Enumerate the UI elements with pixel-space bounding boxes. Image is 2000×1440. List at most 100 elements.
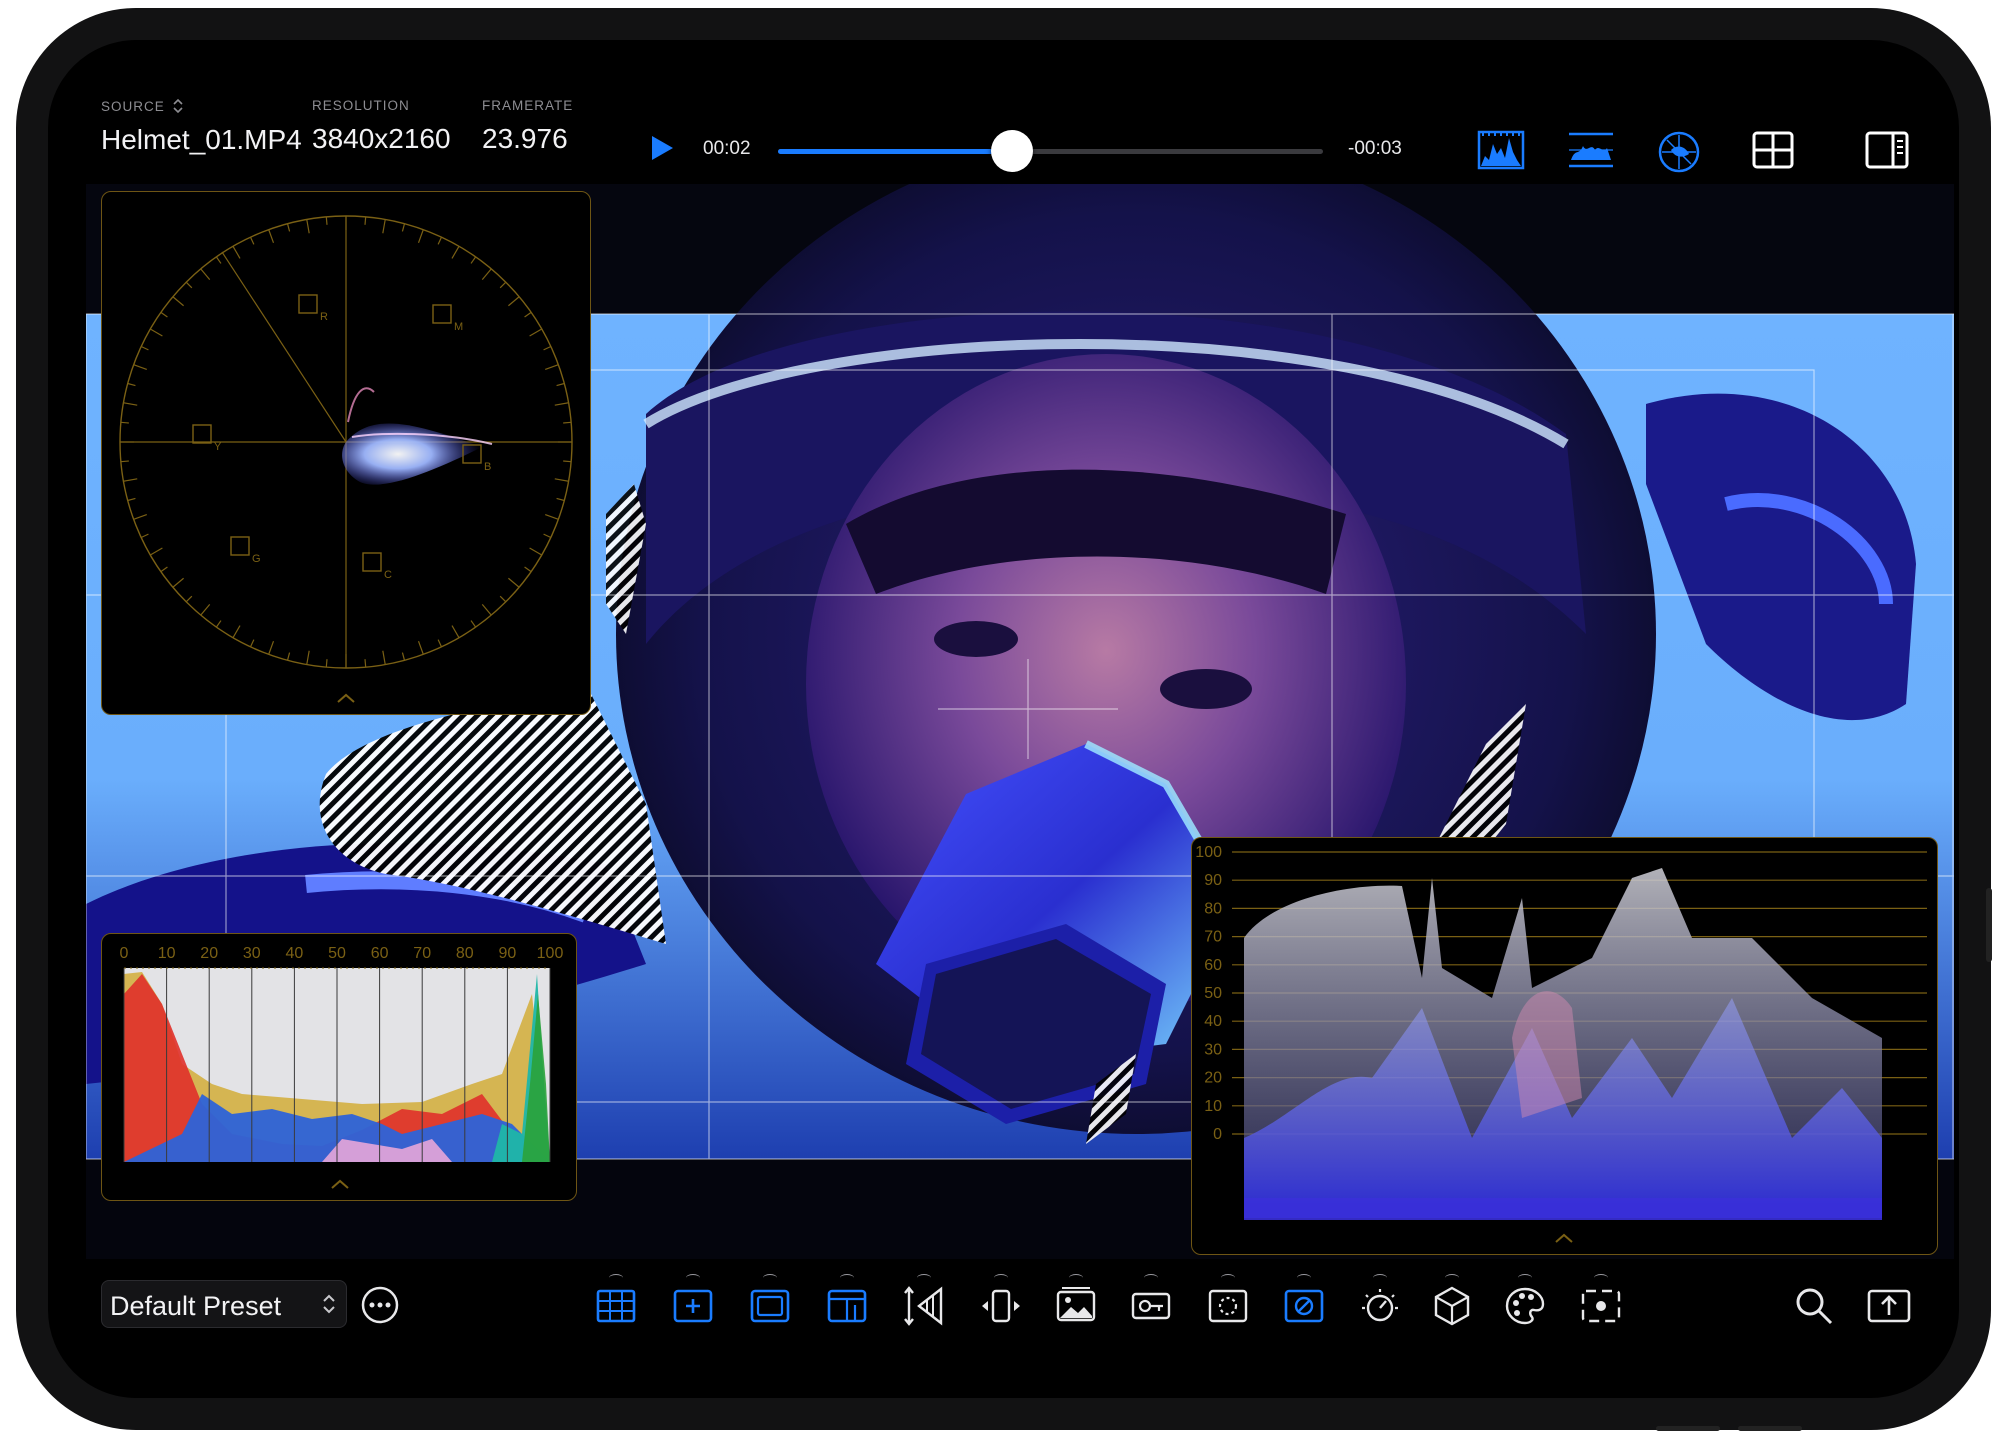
search-icon[interactable] (1793, 1285, 1835, 1327)
waveform-tick-label: 30 (1204, 1041, 1222, 1058)
vectorscope-panel[interactable]: R M B C G Y (101, 191, 591, 715)
updown-chevron-icon (323, 1294, 335, 1314)
histogram-tick-label: 10 (158, 945, 176, 962)
source-value: Helmet_01.MP4 (101, 124, 302, 155)
volume-button (1986, 888, 1992, 962)
focus-peaking-icon (1581, 1289, 1621, 1323)
color-palette-button[interactable] (1502, 1274, 1548, 1329)
focus-peaking-button[interactable] (1578, 1274, 1624, 1329)
vectorscope-target-box (192, 424, 212, 444)
grid-overlay-button[interactable] (593, 1274, 639, 1329)
lut-cube-icon (1434, 1286, 1470, 1326)
elapsed-time: 00:02 (703, 138, 751, 159)
histogram-tick-label: 100 (537, 945, 564, 962)
waveform-tick-label: 50 (1204, 985, 1222, 1002)
vectorscope-target-label: R (320, 311, 328, 323)
histogram-tick-label: 70 (413, 945, 431, 962)
zebra-icon (1208, 1289, 1248, 1323)
vectorscope-target-box (298, 294, 318, 314)
vectorscope-collapse-icon[interactable] (336, 692, 356, 704)
vectorscope-target-label: C (384, 569, 392, 581)
app-screen: SOURCE Helmet_01.MP4 RESOLUTION 3840x216… (48, 40, 1959, 1398)
top-button (1656, 1426, 1720, 1431)
anamorphic-button[interactable] (901, 1274, 947, 1329)
histogram-tick-label: 0 (120, 945, 129, 962)
exposure-button[interactable] (1357, 1274, 1403, 1329)
waveform-scope-icon[interactable] (1567, 130, 1615, 170)
histogram-tick-label: 90 (499, 945, 517, 962)
histogram-panel[interactable]: 0 10 20 30 40 50 60 70 80 90 100 (101, 933, 577, 1201)
timeline-scrubber[interactable] (778, 130, 1323, 172)
framerate-label: FRAMERATE (482, 98, 574, 113)
export-icon[interactable] (1866, 1285, 1912, 1327)
framerate-value: 23.976 (482, 123, 568, 154)
waveform-collapse-icon[interactable] (1554, 1232, 1574, 1244)
false-color-icon (1131, 1292, 1171, 1320)
waveform-tick-label: 90 (1204, 872, 1222, 889)
waveform-tick-label: 80 (1204, 900, 1222, 917)
frame-guide-button[interactable] (824, 1274, 870, 1329)
lut-cube-button[interactable] (1429, 1274, 1475, 1329)
histogram-tick-label: 80 (456, 945, 474, 962)
mask-button[interactable] (1281, 1274, 1327, 1329)
vectorscope-target-box (362, 552, 382, 572)
timeline-progress (778, 149, 1013, 154)
grid-layout-icon[interactable] (1751, 130, 1795, 170)
vectorscope-target-label: Y (214, 441, 222, 453)
waveform-tick-label: 20 (1204, 1070, 1222, 1087)
image-overlay-icon (1056, 1287, 1096, 1322)
remaining-time: -00:03 (1348, 138, 1402, 159)
safe-area-icon (750, 1289, 790, 1323)
vectorscope-target-label: G (252, 553, 261, 565)
frame-guide-icon (827, 1289, 867, 1323)
histogram-tick-label: 40 (286, 945, 304, 962)
flip-icon (982, 1289, 1020, 1323)
vectorscope-target-label: M (454, 321, 463, 333)
resolution-value: 3840x2160 (312, 123, 451, 154)
safe-area-button[interactable] (747, 1274, 793, 1329)
histogram-tick-label: 60 (371, 945, 389, 962)
framerate-info: FRAMERATE 23.976 (482, 98, 573, 155)
image-overlay-button[interactable] (1053, 1274, 1099, 1329)
histogram-tick-label: 30 (243, 945, 261, 962)
waveform-tick-label: 10 (1204, 1098, 1222, 1115)
vectorscope-target-label: B (484, 461, 491, 473)
resolution-info: RESOLUTION 3840x2160 (312, 98, 451, 155)
histogram-tick-label: 20 (200, 945, 218, 962)
top-button-2 (1738, 1426, 1802, 1431)
exposure-icon (1362, 1289, 1398, 1322)
play-icon[interactable] (648, 133, 676, 163)
waveform-tick-label: 0 (1213, 1126, 1222, 1143)
tablet-frame: SOURCE Helmet_01.MP4 RESOLUTION 3840x216… (16, 8, 1992, 1431)
more-options-icon[interactable] (360, 1285, 400, 1325)
grid-overlay-icon (596, 1289, 636, 1323)
preset-selector[interactable]: Default Preset (101, 1280, 347, 1328)
source-info[interactable]: SOURCE Helmet_01.MP4 (101, 98, 302, 156)
histogram-graph: 0 10 20 30 40 50 60 70 80 90 100 (120, 945, 564, 1162)
waveform-panel[interactable]: 100 90 80 70 60 50 40 30 20 10 0 (1191, 837, 1938, 1255)
flip-button[interactable] (978, 1274, 1024, 1329)
histogram-scope-icon[interactable] (1477, 130, 1525, 170)
updown-chevron-icon (173, 98, 183, 114)
vectorscope-target-box (230, 536, 250, 556)
scrubber-thumb[interactable] (991, 130, 1034, 172)
video-frame[interactable]: RMBCGY 0102030405060708090100 (86, 184, 1954, 1259)
waveform-tick-label: 60 (1204, 957, 1222, 974)
center-marker-icon (673, 1289, 713, 1323)
waveform-tick-label: 100 (1195, 844, 1222, 861)
waveform-tick-label: 40 (1204, 1013, 1222, 1030)
center-marker-button[interactable] (670, 1274, 716, 1329)
vectorscope-target-box (432, 304, 452, 324)
histogram-collapse-icon[interactable] (330, 1178, 350, 1190)
waveform-tick-label: 70 (1204, 929, 1222, 946)
zebra-button[interactable] (1205, 1274, 1251, 1329)
vectorscope-graph: R M B C G Y (119, 215, 573, 669)
anamorphic-icon (904, 1286, 943, 1326)
source-label: SOURCE (101, 98, 165, 114)
sidebar-panel-icon[interactable] (1864, 130, 1910, 170)
preset-label: Default Preset (110, 1291, 282, 1321)
color-palette-icon (1505, 1287, 1545, 1325)
mask-icon (1284, 1289, 1324, 1323)
false-color-button[interactable] (1128, 1274, 1174, 1329)
vectorscope-icon[interactable] (1657, 130, 1701, 174)
